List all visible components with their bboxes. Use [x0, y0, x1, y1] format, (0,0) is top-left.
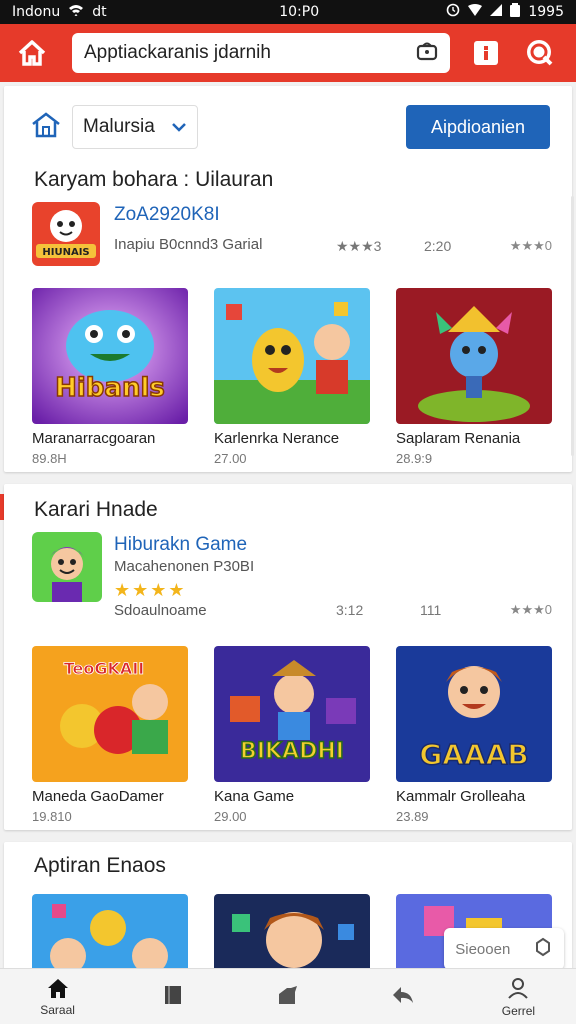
- back-icon: [393, 986, 414, 1003]
- tile-art-text: GAAAB: [419, 738, 528, 771]
- search-input[interactable]: Apptiackaranis jdarnih: [72, 33, 450, 73]
- battery-label: 1995: [528, 4, 564, 20]
- profile-icon: [508, 977, 529, 999]
- app-name: ZoA2920K8I: [114, 204, 220, 225]
- nav-item-home[interactable]: Saraal: [0, 969, 115, 1024]
- game-art: [396, 288, 552, 424]
- tile-size: 19.810: [32, 809, 72, 824]
- rating-right: ★★★0: [509, 238, 552, 253]
- primary-action-button[interactable]: Aipdioanien: [406, 105, 550, 149]
- app-subtitle: Macahenonen P30BI: [114, 558, 255, 575]
- info-icon: [474, 41, 498, 65]
- rating-right: ★★★0: [509, 602, 552, 617]
- tile-art-text: TeoGKAII: [64, 659, 144, 678]
- home-icon: [47, 978, 68, 998]
- info-button[interactable]: [464, 31, 508, 75]
- nav-item-share[interactable]: [230, 969, 345, 1024]
- app-thumbnail: HIUNAIS: [32, 202, 100, 266]
- featured-app[interactable]: HIUNAIS ZoA2920K8I Inapiu B0cnnd3 Garial…: [32, 202, 552, 278]
- share-icon: [279, 985, 297, 1004]
- app-meta: 3:12: [336, 602, 364, 618]
- section-title: Aptiran Enaos: [34, 854, 166, 877]
- nav-label: Gerrel: [501, 1003, 536, 1018]
- nav-item-profile[interactable]: Gerrel: [461, 969, 576, 1024]
- float-label: Sieooen: [455, 940, 511, 958]
- nav-label: Saraal: [40, 1002, 75, 1017]
- game-tile[interactable]: Saplaram Renania 28.9:9: [396, 288, 552, 466]
- clock: 10:P0: [279, 4, 320, 20]
- app-label: Sdoaulnoame: [114, 602, 207, 619]
- alarm-icon: [446, 3, 460, 21]
- floating-action-button[interactable]: Sieooen: [444, 928, 564, 970]
- refresh-icon: [533, 937, 553, 961]
- section-title: Karari Hnade: [34, 498, 158, 521]
- game-art: GAAAB: [396, 646, 552, 782]
- search-button[interactable]: [518, 31, 562, 75]
- app-bar: Apptiackaranis jdarnih: [0, 24, 576, 82]
- region-label: Malursia: [83, 116, 155, 137]
- filter-row: Malursia Aipdioanien: [30, 104, 550, 150]
- tile-art-text: Hibanls: [55, 373, 165, 403]
- carrier-label: Indonu: [12, 4, 61, 20]
- signal-wifi-icon: [468, 4, 483, 20]
- game-tile[interactable]: TeoGKAII Maneda GaoDamer 19.810: [32, 646, 188, 824]
- bag-icon[interactable]: [416, 41, 438, 66]
- featured-meta-row: Sdoaulnoame 3:12 111 ★★★0: [32, 602, 552, 622]
- game-art: BIKADHI: [214, 646, 370, 782]
- tile-row: Hibanls Maranarracgoaran 89.8H Karlenrka…: [32, 288, 552, 468]
- tile-size: 27.00: [214, 451, 247, 466]
- rating-left: ★★★3: [336, 238, 382, 254]
- tile-art-text: BIKADHI: [240, 739, 344, 764]
- tile-name: Maranarracgoaran: [32, 430, 156, 447]
- section-card-1: Malursia Aipdioanien Karyam bohara : Uil…: [4, 86, 572, 472]
- tile-size: 29.00: [214, 809, 247, 824]
- app-subtitle: Inapiu B0cnnd3 Garial: [114, 236, 263, 253]
- region-dropdown[interactable]: Malursia: [72, 105, 198, 149]
- star-rating: ★★★★: [114, 580, 187, 600]
- tile-name: Maneda GaoDamer: [32, 788, 164, 805]
- home-outline-icon[interactable]: [30, 111, 62, 144]
- section-title: Karyam bohara : Uilauran: [34, 168, 274, 191]
- search-icon: [527, 40, 553, 66]
- wifi-icon: [68, 4, 84, 20]
- bottom-navigation: Saraal Gerrel: [0, 968, 576, 1024]
- book-icon: [164, 985, 181, 1004]
- tile-size: 23.89: [396, 809, 429, 824]
- scrollbar[interactable]: [571, 196, 574, 456]
- section-card-2: Karari Hnade Hiburakn Game Macahenonen P…: [4, 484, 572, 830]
- battery-icon: [510, 3, 521, 21]
- search-text: Apptiackaranis jdarnih: [84, 42, 271, 63]
- tile-name: Kana Game: [214, 788, 295, 805]
- app-name: Hiburakn Game: [114, 534, 248, 555]
- tile-name: Kammalr Grolleaha: [396, 788, 526, 805]
- network-label: dt: [92, 4, 107, 20]
- svg-text:HIUNAIS: HIUNAIS: [42, 247, 89, 258]
- app-thumbnail: [32, 532, 102, 602]
- home-icon: [18, 40, 46, 66]
- status-bar: Indonu dt 10:P0 1995: [0, 0, 576, 24]
- chevron-down-icon: [171, 116, 187, 138]
- game-art: TeoGKAII: [32, 646, 188, 782]
- signal-icon: [490, 4, 503, 20]
- tile-name: Saplaram Renania: [396, 430, 521, 447]
- tile-row: TeoGKAII Maneda GaoDamer 19.810 BIKADHI …: [32, 646, 552, 826]
- game-tile[interactable]: Karlenrka Nerance 27.00: [214, 288, 370, 466]
- nav-item-library[interactable]: [115, 969, 230, 1024]
- nav-item-back[interactable]: [346, 969, 461, 1024]
- game-art: Hibanls: [32, 288, 188, 424]
- tile-name: Karlenrka Nerance: [214, 430, 340, 447]
- game-art: [214, 288, 370, 424]
- game-tile[interactable]: BIKADHI Kana Game 29.00: [214, 646, 370, 824]
- tile-size: 89.8H: [32, 451, 67, 466]
- home-button[interactable]: [10, 31, 54, 75]
- tile-size: 28.9:9: [396, 451, 433, 466]
- app-meta-2: 111: [420, 602, 442, 618]
- game-tile[interactable]: GAAAB Kammalr Grolleaha 23.89: [396, 646, 552, 824]
- game-tile[interactable]: Hibanls Maranarracgoaran 89.8H: [32, 288, 188, 466]
- app-meta: 2:20: [424, 238, 452, 254]
